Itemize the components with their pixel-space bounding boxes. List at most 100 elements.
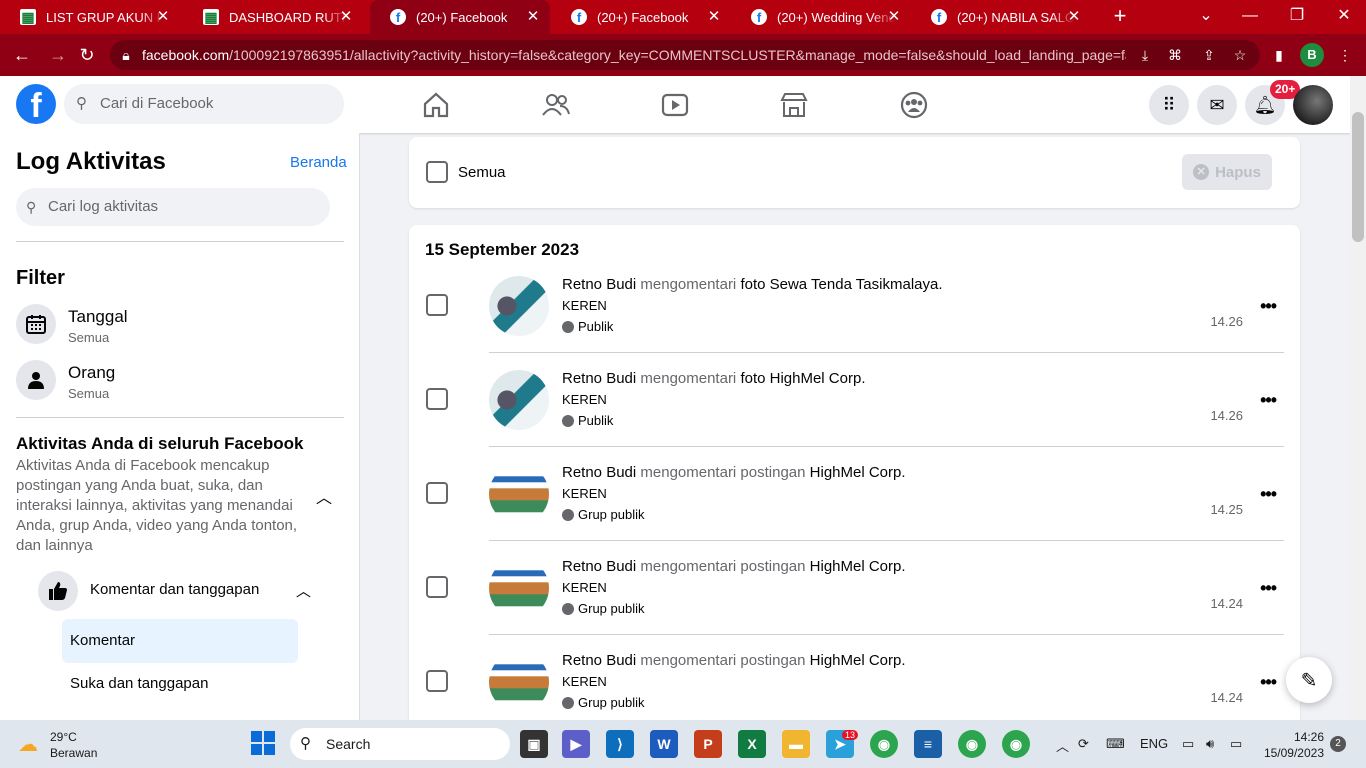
select-all-label[interactable]: Semua (458, 164, 506, 181)
tab-search-icon[interactable]: ⌄ (1192, 5, 1220, 29)
word-icon[interactable]: W (650, 730, 678, 758)
delete-button[interactable]: ✕ Hapus (1182, 154, 1272, 190)
taskbar-search-input[interactable]: ⚲ Search (290, 728, 510, 760)
bookmark-star-icon[interactable]: ☆ (1231, 47, 1249, 64)
restore-icon[interactable]: ❐ (1283, 5, 1311, 29)
powerpoint-icon[interactable]: P (694, 730, 722, 758)
weather-cloud-icon[interactable]: ☁ (18, 732, 38, 757)
minimize-icon[interactable]: — (1236, 5, 1264, 29)
filter-people[interactable]: Orang Semua (16, 360, 346, 404)
more-options-icon[interactable]: ••• (1260, 672, 1277, 693)
chevron-up-icon[interactable]: ︿ (316, 484, 332, 508)
post-thumbnail[interactable] (489, 276, 549, 336)
chrome-icon[interactable]: ◉ (1002, 730, 1030, 758)
home-icon[interactable] (421, 90, 451, 120)
url-text[interactable]: facebook.com/100092197863951/allactivity… (142, 47, 1126, 63)
clock-date[interactable]: 15/09/2023 (1262, 746, 1324, 760)
tab-close-icon[interactable]: ✕ (1067, 9, 1081, 25)
facebook-logo[interactable]: f (16, 84, 56, 125)
messenger-icon[interactable]: ✉ (1197, 85, 1237, 125)
teams-icon[interactable]: ▶ (562, 730, 590, 758)
more-options-icon[interactable]: ••• (1260, 578, 1277, 599)
scrollbar-thumb[interactable] (1352, 112, 1364, 242)
tab-close-icon[interactable]: ✕ (156, 9, 170, 25)
file-explorer-icon[interactable]: ▬ (782, 730, 810, 758)
vscode-icon[interactable]: ⟩ (606, 730, 634, 758)
row-checkbox[interactable] (426, 388, 448, 410)
activity-object[interactable]: HighMel Corp. (810, 652, 906, 669)
actor-name[interactable]: Retno Budi (562, 652, 636, 669)
forward-icon[interactable]: → (47, 45, 69, 67)
actor-name[interactable]: Retno Budi (562, 370, 636, 387)
language-indicator[interactable]: ENG (1140, 736, 1168, 751)
menu-grid-icon[interactable]: ⠿ (1149, 85, 1189, 125)
groups-icon[interactable] (899, 90, 929, 120)
network-icon[interactable]: ▭ (1182, 736, 1194, 752)
row-checkbox[interactable] (426, 482, 448, 504)
browser-tab[interactable]: ▦ LIST GRUP AKUN HIGH✕ (0, 0, 180, 34)
chrome-icon[interactable]: ◉ (870, 730, 898, 758)
post-thumbnail[interactable] (489, 464, 549, 524)
actor-name[interactable]: Retno Budi (562, 464, 636, 481)
install-icon[interactable]: ⤓ (1136, 47, 1154, 64)
browser-tab[interactable]: ▦ DASHBOARD RUTINITAS✕ (183, 0, 363, 34)
browser-tab[interactable]: f (20+) Facebook ✕ (551, 0, 731, 34)
reload-icon[interactable]: ↻ (76, 45, 98, 67)
row-checkbox[interactable] (426, 294, 448, 316)
more-options-icon[interactable]: ••• (1260, 484, 1277, 505)
clock-time[interactable]: 14:26 (1262, 730, 1324, 744)
translate-icon[interactable]: ⌘ (1166, 47, 1184, 64)
row-checkbox[interactable] (426, 576, 448, 598)
actor-name[interactable]: Retno Budi (562, 276, 636, 293)
browser-tab[interactable]: f (20+) NABILA SALON ✕ (911, 0, 1091, 34)
side-panel-icon[interactable]: ▮ (1270, 47, 1288, 64)
more-options-icon[interactable]: ••• (1260, 296, 1277, 317)
activity-object[interactable]: HighMel Corp. (810, 558, 906, 575)
watch-icon[interactable] (660, 90, 690, 120)
facebook-search-input[interactable]: ⚲ Cari di Facebook (64, 84, 344, 124)
activity-row[interactable]: Retno Budi mengomentari postingan HighMe… (409, 464, 1300, 558)
close-window-icon[interactable]: ✕ (1330, 5, 1358, 29)
tab-close-icon[interactable]: ✕ (707, 9, 721, 25)
post-thumbnail[interactable] (489, 558, 549, 618)
select-all-checkbox[interactable] (426, 161, 448, 183)
tab-close-icon[interactable]: ✕ (526, 9, 540, 25)
activity-row[interactable]: Retno Budi mengomentari foto Sewa Tenda … (409, 276, 1300, 370)
category-comments-reactions[interactable]: Komentar dan tanggapan (90, 581, 259, 598)
post-thumbnail[interactable] (489, 652, 549, 712)
chrome-icon[interactable]: ◉ (958, 730, 986, 758)
notepad-icon[interactable]: ≡ (914, 730, 942, 758)
sidebar-item-comments[interactable]: Komentar (62, 619, 298, 663)
actor-name[interactable]: Retno Budi (562, 558, 636, 575)
row-checkbox[interactable] (426, 670, 448, 692)
battery-icon[interactable]: ▭ (1230, 736, 1242, 752)
post-thumbnail[interactable] (489, 370, 549, 430)
volume-icon[interactable]: 🔊︎ (1206, 736, 1214, 752)
notification-count[interactable]: 2 (1330, 736, 1346, 752)
show-hidden-icons-icon[interactable]: ︿ (1056, 736, 1069, 755)
sidebar-item-likes-reactions[interactable]: Suka dan tanggapan (70, 675, 208, 692)
browser-tab[interactable]: f (20+) Wedding Vendor ✕ (731, 0, 911, 34)
account-avatar[interactable] (1293, 85, 1333, 125)
activity-row[interactable]: Retno Budi mengomentari foto HighMel Cor… (409, 370, 1300, 464)
excel-icon[interactable]: X (738, 730, 766, 758)
back-icon[interactable]: ← (11, 45, 33, 67)
lock-icon[interactable]: 🔒︎ (117, 47, 135, 64)
home-link[interactable]: Beranda (290, 154, 347, 171)
activity-object[interactable]: HighMel Corp. (810, 464, 906, 481)
share-icon[interactable]: ⇪ (1200, 47, 1218, 64)
activity-row[interactable]: Retno Budi mengomentari postingan HighMe… (409, 558, 1300, 652)
new-tab-button[interactable]: + (1108, 5, 1132, 29)
marketplace-icon[interactable] (779, 90, 809, 120)
compose-icon[interactable]: ✎ (1286, 657, 1332, 703)
tab-close-icon[interactable]: ✕ (887, 9, 901, 25)
activity-object[interactable]: foto Sewa Tenda Tasikmalaya. (740, 276, 942, 293)
sync-icon[interactable]: ⟳ (1078, 736, 1089, 752)
tab-close-icon[interactable]: ✕ (339, 9, 353, 25)
weather-desc[interactable]: Berawan (50, 746, 97, 760)
profile-avatar[interactable]: B (1300, 43, 1324, 67)
browser-tab[interactable]: f (20+) Facebook ✕ (370, 0, 550, 34)
task-view-icon[interactable]: ▣ (520, 730, 548, 758)
windows-start-icon[interactable] (251, 731, 275, 755)
menu-icon[interactable]: ⋮ (1336, 47, 1354, 64)
